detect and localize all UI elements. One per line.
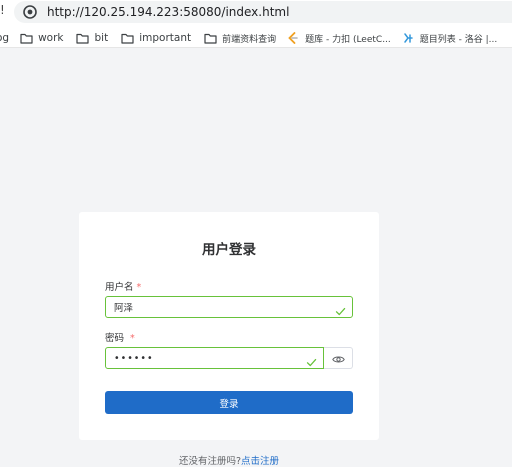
bookmark-label: important [139, 32, 192, 44]
password-input[interactable] [114, 349, 294, 367]
required-mark: * [136, 282, 142, 293]
required-mark: * [130, 333, 135, 344]
url-text[interactable]: http://120.25.194.223:58080/index.html [47, 5, 289, 19]
folder-icon [120, 32, 134, 44]
bookmarks-bar: og work bit important 前端资料查询 [0, 28, 512, 48]
username-label-text: 用户名 [105, 282, 134, 293]
show-password-button[interactable] [324, 347, 353, 369]
bookmark-label: 题库 - 力扣 (LeetC... [305, 34, 391, 45]
password-label: 密码 * [105, 330, 135, 344]
folder-icon [19, 32, 33, 44]
browser-toolbar: ! http://120.25.194.223:58080/index.html… [0, 0, 512, 48]
login-title: 用户登录 [202, 242, 256, 258]
eye-icon [331, 349, 345, 368]
left-edge-glyph: ! [0, 3, 5, 17]
bookmark-label: work [38, 32, 64, 44]
password-input-box[interactable] [105, 347, 324, 369]
bookmark-og[interactable]: og [0, 28, 9, 48]
folder-icon [203, 32, 217, 44]
bookmark-important[interactable]: important [120, 28, 191, 48]
bookmark-work[interactable]: work [19, 28, 64, 48]
leetcode-icon [286, 32, 300, 44]
site-info-icon[interactable] [22, 4, 38, 20]
bookmark-bit[interactable]: bit [76, 28, 109, 48]
bookmark-leetcode[interactable]: 题库 - 力扣 (LeetC... [286, 28, 391, 48]
register-link[interactable]: 点击注册 [241, 456, 279, 467]
username-field[interactable] [105, 296, 353, 318]
luogu-icon [401, 32, 415, 44]
address-bar[interactable]: http://120.25.194.223:58080/index.html [14, 1, 512, 23]
register-prompt-text: 还没有注册吗? [178, 456, 242, 467]
login-card: 用户登录 用户名* 密码* [79, 212, 379, 440]
login-button[interactable]: 登录 [105, 391, 353, 414]
bookmark-frontend-docs[interactable]: 前端资料查询 [203, 28, 276, 48]
address-row: ! http://120.25.194.223:58080/index.html [0, 0, 512, 24]
username-input[interactable] [114, 298, 314, 316]
bookmark-label: bit [94, 32, 109, 44]
bookmark-label: og [0, 32, 10, 44]
bookmark-luogu[interactable]: 题目列表 - 洛谷 |... [401, 28, 497, 48]
page-body: 用户登录 用户名* 密码* [0, 48, 512, 467]
register-prompt: 还没有注册吗?点击注册 [0, 453, 458, 467]
bookmark-label: 题目列表 - 洛谷 |... [419, 34, 498, 45]
bookmark-label: 前端资料查询 [222, 34, 277, 45]
password-field [105, 347, 353, 369]
password-label-text: 密码 [105, 333, 125, 344]
username-label: 用户名 * [105, 279, 141, 293]
check-icon [335, 302, 346, 316]
check-icon [306, 353, 317, 367]
folder-icon [76, 32, 90, 44]
